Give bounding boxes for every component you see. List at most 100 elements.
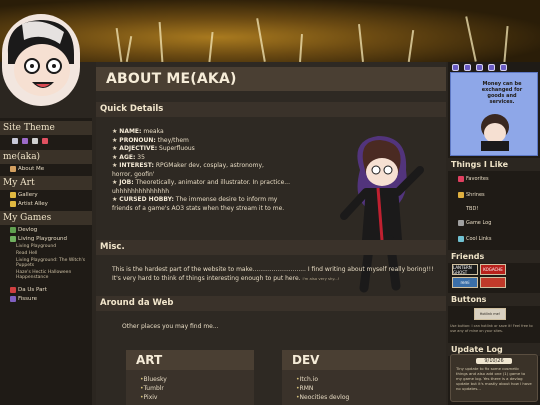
sidebar-sub-item[interactable]: Living Playground [0, 243, 92, 250]
sidebar-sub-item[interactable]: Read Hell [0, 250, 92, 257]
quick-detail-value: meaka [143, 128, 164, 135]
like-label: Shrines [466, 192, 485, 198]
shrine-icon [458, 192, 464, 198]
quick-details-heading: Quick Details [96, 102, 446, 117]
social-icon-2[interactable] [464, 64, 471, 71]
quick-detail-key: AGE: [119, 153, 136, 161]
like-cool-links[interactable]: Cool Links [458, 236, 491, 242]
friend-button-3[interactable]: remi [452, 277, 478, 288]
quick-detail-key: NAME: [119, 128, 142, 135]
heart-icon [458, 176, 464, 182]
social-icon-3[interactable] [476, 64, 483, 71]
main-content: ABOUT ME(AKA) Quick Details ★ NAME: meak… [96, 62, 446, 405]
theme-icon-1[interactable] [12, 138, 18, 144]
me-heading: me(aka) [0, 150, 92, 164]
sidebar-item-about-me[interactable]: About Me [0, 164, 92, 173]
theme-icon-3[interactable] [32, 138, 38, 144]
left-sidebar: Site Theme me(aka) About Me My Art Galle… [0, 118, 92, 405]
quick-detail-row: ★ INTEREST: RPGMaker dev, cosplay, astro… [112, 162, 302, 171]
about-me-icon [10, 166, 16, 172]
quick-detail-row: horror, goofin' [112, 171, 302, 180]
sidebar-item-label: Devlog [18, 227, 38, 233]
friends-heading: Friends [448, 250, 540, 263]
quick-detail-key: PRONOUN: [119, 136, 156, 144]
quick-detail-key: ADJECTIVE: [119, 145, 158, 152]
sidebar-item-label: Fissure [18, 296, 38, 302]
around-text: Other places you may find me... [122, 323, 219, 330]
quick-detail-key: JOB: [119, 179, 134, 186]
social-icon-4[interactable] [488, 64, 495, 71]
buttons-note: Use button: I can hotlink or save it! Fe… [450, 324, 533, 333]
theme-icons [0, 135, 92, 147]
sidebar-item-gallery[interactable]: Gallery [0, 190, 92, 199]
da-us-part-icon [10, 287, 16, 293]
like-shrines[interactable]: Shrines [458, 192, 485, 198]
game-log-icon [458, 220, 464, 226]
gallery-icon [10, 192, 16, 198]
like-label: TBD! [466, 206, 479, 212]
social-icon-5[interactable] [500, 64, 507, 71]
quick-detail-key: CURSED HOBBY: [119, 196, 174, 203]
quick-detail-key: INTEREST: [119, 162, 154, 169]
sidebar-sub-item[interactable]: Living Playground: The Witch's Puppets [0, 257, 92, 269]
quick-detail-row: ★ ADJECTIVE: Superfluous [112, 145, 302, 154]
social-icon-1[interactable] [452, 64, 459, 71]
sidebar-sub-item[interactable]: Haze's Hectic Halloween Happenstance [0, 269, 92, 281]
quick-detail-row: friends of a game's AO3 stats when they … [112, 205, 302, 214]
sidebar-item-label: About Me [18, 166, 45, 172]
misc-text: This is the hardest part of the website … [112, 266, 438, 283]
title-bar: ABOUT ME(AKA) [96, 67, 446, 91]
sidebar-item-label: Artist Alley [18, 201, 48, 207]
quick-detail-value: Superfluous [159, 145, 195, 152]
avatar [2, 14, 80, 106]
like-label: Game Log [466, 220, 492, 226]
header-banner [0, 0, 540, 62]
page-title: ABOUT ME(AKA) [106, 71, 237, 87]
art-card-title: ART [126, 350, 254, 370]
theme-icon-2[interactable] [22, 138, 28, 144]
sidebar-item-da-us-part[interactable]: Da Us Part [0, 285, 92, 294]
site-theme-heading: Site Theme [0, 121, 92, 135]
like-favorites[interactable]: Favorites [458, 176, 489, 182]
art-link[interactable]: Pixiv [140, 393, 240, 402]
quick-detail-value: RPGMaker dev, cosplay, astronomy, [155, 162, 264, 169]
quick-detail-row: ★ JOB: Theoretically, animator and illus… [112, 179, 302, 188]
dev-link[interactable]: Itch.io [296, 375, 396, 384]
art-link[interactable]: Bluesky [140, 375, 240, 384]
dev-link[interactable]: RMN [296, 384, 396, 393]
portrait-sticker [481, 114, 509, 151]
quick-detail-value: The immense desire to inform my [175, 196, 278, 203]
dev-link[interactable]: Neocities devlog [296, 393, 396, 402]
friend-button-1[interactable]: LANTERN GHOST [452, 264, 478, 275]
sidebar-item-living-playground[interactable]: Living Playground [0, 234, 92, 243]
fissure-icon [10, 296, 16, 302]
artist-alley-icon [10, 201, 16, 207]
theme-icon-4[interactable] [42, 138, 48, 144]
sidebar-item-devlog[interactable]: Devlog [0, 225, 92, 234]
quick-detail-row: uhhhhhhhhhhhhhh [112, 188, 302, 197]
sidebar-item-label: Da Us Part [18, 287, 47, 293]
right-sidebar: Money can be exchanged for goods and ser… [448, 62, 540, 405]
money-box: Money can be exchanged for goods and ser… [450, 72, 538, 156]
quick-detail-row: ★ PRONOUN: they/them [112, 137, 302, 146]
friend-button-2[interactable]: KOGACHE [480, 264, 506, 275]
my-site-button[interactable]: Hotlink me! [474, 308, 506, 320]
sidebar-item-artist-alley[interactable]: Artist Alley [0, 199, 92, 208]
dev-card: DEV Itch.io RMN Neocities devlog [282, 350, 410, 405]
like-tbd[interactable]: TBD! [466, 206, 478, 212]
sidebar-item-label: Gallery [18, 192, 38, 198]
like-label: Favorites [466, 176, 489, 182]
around-heading: Around da Web [96, 296, 446, 311]
sidebar-item-fissure[interactable]: Fissure [0, 294, 92, 303]
social-icons [452, 64, 507, 71]
quick-detail-row: ★ NAME: meaka [112, 128, 302, 137]
things-i-like-heading: Things I Like [448, 158, 540, 171]
my-art-heading: My Art [0, 176, 92, 190]
art-link[interactable]: Tumblr [140, 384, 240, 393]
living-playground-icon [10, 236, 16, 242]
cool-links-icon [458, 236, 464, 242]
like-game-log[interactable]: Game Log [458, 220, 491, 226]
quick-detail-row: ★ CURSED HOBBY: The immense desire to in… [112, 196, 302, 205]
like-label: Cool Links [466, 236, 492, 242]
friend-button-4[interactable] [480, 277, 506, 288]
